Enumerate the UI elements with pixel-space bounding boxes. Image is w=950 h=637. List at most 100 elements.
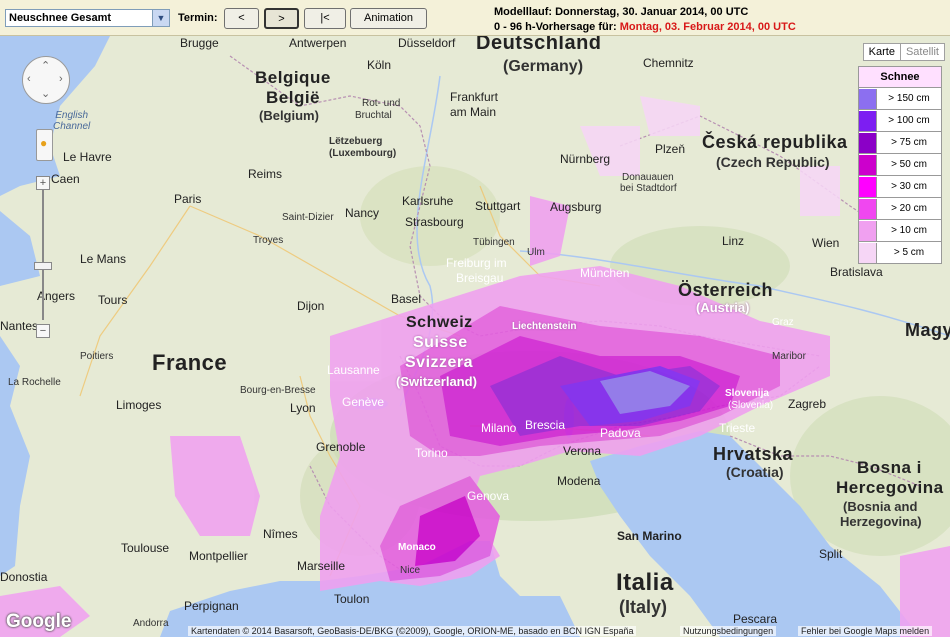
city-label: Frankfurt [450, 90, 499, 104]
legend-swatch [859, 198, 877, 219]
legend-swatch [859, 132, 877, 153]
city-label: Caen [51, 172, 80, 186]
country-label-germany: (Germany) [503, 58, 584, 75]
city-label: Lyon [290, 401, 316, 415]
terms-link[interactable]: Nutzungsbedingungen [680, 626, 777, 636]
pegman-icon[interactable]: ● [36, 129, 53, 161]
country-label-osterreich: Österreich [678, 280, 774, 300]
city-label: Dijon [297, 299, 325, 313]
legend-swatch [859, 154, 877, 175]
map-type-tabs: Karte Satellit [862, 43, 945, 61]
legend-swatch [859, 176, 877, 197]
zoom-slider-handle[interactable] [34, 262, 52, 270]
legend-label: > 30 cm [891, 181, 927, 192]
prev-button[interactable]: < [224, 8, 259, 29]
model-run-text: Modelllauf: Donnerstag, 30. Januar 2014,… [494, 6, 749, 18]
legend-row: > 100 cm [859, 110, 941, 132]
label-monaco: Monaco [398, 542, 436, 553]
city-label: Pescara [733, 612, 778, 626]
next-button[interactable]: > [264, 8, 299, 29]
city-label: Trieste [719, 421, 756, 435]
city-label: Troyes [253, 235, 284, 246]
city-label: Le Mans [80, 252, 127, 266]
legend-label: > 50 cm [891, 159, 927, 170]
city-label: Plzeň [655, 142, 686, 156]
country-label-italia: Italia [616, 569, 674, 596]
country-label-suisse: Suisse [413, 334, 468, 351]
city-label: Brugge [180, 36, 219, 50]
animation-button[interactable]: Animation [350, 8, 427, 29]
legend-row: > 75 cm [859, 132, 941, 154]
pan-left-icon[interactable]: ‹ [27, 73, 31, 85]
pan-up-icon[interactable]: ⌃ [41, 59, 50, 72]
country-label-liechtenstein: Liechtenstein [512, 321, 577, 332]
chevron-down-icon[interactable]: ▼ [152, 10, 169, 26]
city-label: Nîmes [263, 527, 298, 541]
country-label-austria: (Austria) [696, 300, 750, 315]
country-label-italy: (Italy) [619, 597, 668, 617]
country-label-letzebuerg: Lëtzebuerg [329, 136, 383, 147]
termin-label: Termin: [178, 12, 218, 24]
city-label: Andorra [133, 618, 169, 629]
city-label: Saint-Dizier [282, 212, 334, 223]
city-label: Genève [342, 395, 385, 409]
city-label: Strasbourg [405, 215, 464, 229]
zoom-control[interactable]: + − [34, 172, 52, 342]
report-error-link[interactable]: Fehler bei Google Maps melden [798, 626, 933, 636]
city-label: München [580, 266, 630, 280]
zoom-in-button[interactable]: + [36, 176, 50, 190]
first-button[interactable]: |< [304, 8, 346, 29]
city-label: Wien [812, 236, 840, 250]
pan-down-icon[interactable]: ⌄ [41, 87, 50, 100]
city-label: La Rochelle [8, 377, 61, 388]
city-label: Nürnberg [560, 152, 611, 166]
city-label: Graz [772, 317, 794, 328]
legend-title: Schnee [859, 67, 941, 88]
city-label: Augsburg [550, 200, 602, 214]
city-label: Bratislava [830, 265, 883, 279]
google-logo: Google [6, 611, 72, 632]
tab-map[interactable]: Karte [864, 44, 900, 60]
forecast-prefix: 0 - 96 h-Vorhersage für: [494, 21, 620, 33]
city-label: Toulon [334, 592, 370, 606]
pan-right-icon[interactable]: › [59, 73, 63, 85]
country-label-belgique: Belgique [255, 68, 331, 87]
country-label-hercegovina: Hercegovina [836, 478, 944, 497]
city-label: Le Havre [63, 150, 112, 164]
legend-swatch [859, 110, 877, 131]
zoom-out-button[interactable]: − [36, 324, 50, 338]
pan-control[interactable]: ⌃ ⌄ ‹ › [22, 56, 70, 104]
city-label: Ulm [527, 247, 545, 258]
country-label-magy: Magy [905, 320, 950, 340]
country-label-deutschland: Deutschland [476, 36, 602, 54]
city-label: Grenoble [316, 440, 366, 454]
country-label-belgium: (Belgium) [259, 108, 319, 123]
city-label: Karlsruhe [402, 194, 454, 208]
map-canvas[interactable]: Deutschland (Germany) Belgique België (B… [0, 36, 950, 637]
legend-row: > 50 cm [859, 154, 941, 176]
city-label: Antwerpen [289, 36, 347, 50]
legend-swatch [859, 88, 877, 109]
city-label: am Main [450, 105, 497, 119]
city-label: Zagreb [788, 397, 827, 411]
city-label: Nantes [0, 319, 39, 333]
city-label: Brescia [525, 418, 566, 432]
toolbar: Neuschnee Gesamt ▼ Termin: < > |< Animat… [0, 0, 950, 36]
city-label: Linz [722, 234, 745, 248]
product-select[interactable]: Neuschnee Gesamt ▼ [5, 9, 170, 27]
city-label: Poitiers [80, 351, 114, 362]
country-label-france: France [152, 350, 228, 375]
city-label: Torino [415, 446, 448, 460]
legend-label: > 5 cm [893, 247, 925, 258]
label-english-channel: English Channel [53, 110, 91, 132]
country-label-croatia: (Croatia) [726, 464, 784, 480]
legend-label: > 100 cm [888, 115, 930, 126]
city-label: Nice [400, 565, 421, 576]
country-label-ceska: Česká republika [702, 132, 848, 152]
city-label: Marseille [297, 559, 346, 573]
copyright-text: Kartendaten © 2014 Basarsoft, GeoBasis-D… [188, 626, 637, 636]
country-label-herzegovina: Herzegovina) [840, 514, 922, 529]
tab-satellite[interactable]: Satellit [899, 44, 944, 60]
country-label-switzerland: (Switzerland) [396, 374, 477, 389]
legend-label: > 75 cm [891, 137, 927, 148]
